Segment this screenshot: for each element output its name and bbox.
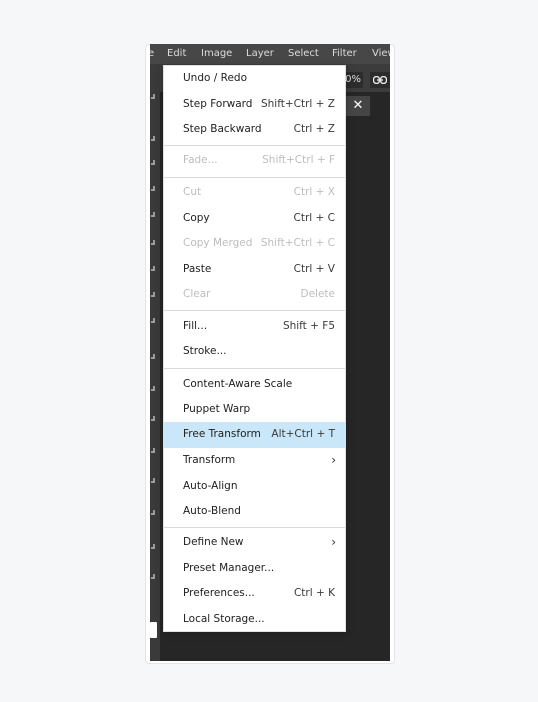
menu-item-shortcut: Shift+Ctrl + Z (260, 98, 335, 110)
menu-item-label: Copy Merged (183, 237, 253, 249)
menu-item-shortcut: Ctrl + V (293, 263, 335, 275)
menu-item-label: Preferences... (183, 587, 255, 599)
menu-item-label: Auto-Align (183, 480, 238, 492)
color-swatch[interactable] (150, 622, 157, 638)
menu-item-label: Preset Manager... (183, 562, 275, 574)
tool-icon[interactable] (151, 354, 155, 359)
menu-item-label: Step Backward (183, 123, 262, 135)
menu-item-stroke[interactable]: Stroke... (164, 339, 345, 364)
menu-filter[interactable]: Filter (332, 48, 357, 59)
close-document-button[interactable]: ✕ (346, 96, 370, 116)
tool-icon[interactable] (151, 240, 155, 245)
link-button[interactable] (370, 72, 390, 88)
tool-icon[interactable] (151, 448, 155, 453)
tool-icon[interactable] (151, 510, 155, 515)
tool-icon[interactable] (151, 386, 155, 391)
menu-item-label: Content-Aware Scale (183, 378, 293, 390)
tool-icon[interactable] (151, 478, 155, 483)
tool-icon[interactable] (151, 544, 155, 549)
zoom-readout[interactable]: 0% (343, 72, 363, 88)
menu-item-label: Fill... (183, 320, 208, 332)
menu-item-puppet-warp[interactable]: Puppet Warp (164, 397, 345, 422)
menu-layer[interactable]: Layer (246, 48, 274, 59)
menu-item-step-forward[interactable]: Step Forward Shift+Ctrl + Z (164, 92, 345, 117)
menu-item-label: Undo / Redo (183, 72, 248, 84)
tool-icon[interactable] (151, 266, 155, 271)
menu-item-label: Step Forward (183, 98, 253, 110)
menu-item-undo-redo[interactable]: Undo / Redo (164, 66, 345, 91)
chevron-right-icon: › (331, 453, 336, 467)
menu-item-fade[interactable]: Fade... Shift+Ctrl + F (164, 148, 345, 173)
menu-item-content-aware-scale[interactable]: Content-Aware Scale (164, 372, 345, 397)
menu-image[interactable]: Image (201, 48, 232, 59)
menu-item-label: Stroke... (183, 345, 227, 357)
menu-item-label: Fade... (183, 154, 218, 166)
tool-icon[interactable] (151, 160, 155, 165)
tool-icon[interactable] (151, 318, 155, 323)
menu-select[interactable]: Select (288, 48, 319, 59)
menu-item-label: Paste (183, 263, 212, 275)
menu-separator (164, 145, 345, 146)
tool-icon[interactable] (151, 186, 155, 191)
menu-item-local-storage[interactable]: Local Storage... (164, 607, 345, 632)
menu-item-fill[interactable]: Fill... Shift + F5 (164, 314, 345, 339)
menu-separator (164, 368, 345, 369)
menu-item-label: Transform (183, 454, 236, 466)
menu-item-shortcut: Alt+Ctrl + T (271, 428, 335, 440)
menu-item-preferences[interactable]: Preferences... Ctrl + K (164, 581, 345, 606)
menu-item-label: Auto-Blend (183, 505, 241, 517)
menu-item-auto-align[interactable]: Auto-Align (164, 474, 345, 499)
menu-item-shortcut: Ctrl + X (293, 186, 335, 198)
menu-item-shortcut: Shift+Ctrl + C (260, 237, 335, 249)
menu-item-paste[interactable]: Paste Ctrl + V (164, 257, 345, 282)
menu-item-label: Define New (183, 536, 244, 548)
menu-item-cut[interactable]: Cut Ctrl + X (164, 180, 345, 205)
menu-item-copy[interactable]: Copy Ctrl + C (164, 206, 345, 231)
menu-item-label: Local Storage... (183, 613, 265, 625)
menu-item-shortcut: Shift + F5 (282, 320, 335, 332)
tool-icon[interactable] (151, 136, 155, 141)
menu-item-preset-manager[interactable]: Preset Manager... (164, 556, 345, 581)
tool-icon[interactable] (151, 212, 155, 217)
menu-item-step-backward[interactable]: Step Backward Ctrl + Z (164, 117, 345, 142)
menu-separator (164, 527, 345, 528)
menu-item-shortcut: Ctrl + K (293, 587, 335, 599)
menu-item-shortcut: Ctrl + C (293, 212, 336, 224)
tools-panel (150, 64, 160, 661)
menu-bar: e Edit Image Layer Select Filter View (150, 44, 390, 64)
tool-icon[interactable] (151, 292, 155, 297)
edit-menu-dropdown: Undo / Redo Step Forward Shift+Ctrl + Z … (163, 65, 346, 632)
menu-item-label: Free Transform (183, 428, 261, 440)
menu-file[interactable]: e (150, 48, 154, 59)
menu-item-clear[interactable]: Clear Delete (164, 282, 345, 307)
menu-view[interactable]: View (372, 48, 390, 59)
tool-icon[interactable] (151, 416, 155, 421)
menu-item-shortcut: Delete (300, 288, 336, 300)
menu-item-transform[interactable]: Transform › (164, 448, 345, 473)
tool-icon[interactable] (151, 94, 155, 99)
menu-item-label: Copy (183, 212, 210, 224)
menu-separator (164, 177, 345, 178)
menu-item-free-transform[interactable]: Free Transform Alt+Ctrl + T (164, 422, 345, 448)
menu-item-auto-blend[interactable]: Auto-Blend (164, 499, 345, 524)
menu-item-shortcut: Ctrl + Z (293, 123, 335, 135)
menu-item-copy-merged[interactable]: Copy Merged Shift+Ctrl + C (164, 231, 345, 256)
tool-icon[interactable] (151, 574, 155, 579)
menu-item-shortcut: Shift+Ctrl + F (262, 154, 335, 166)
menu-item-label: Clear (183, 288, 211, 300)
menu-item-label: Cut (183, 186, 202, 198)
menu-item-define-new[interactable]: Define New › (164, 530, 345, 555)
menu-separator (164, 310, 345, 311)
menu-item-label: Puppet Warp (183, 403, 251, 415)
menu-edit[interactable]: Edit (167, 48, 186, 59)
link-icon (373, 76, 387, 84)
chevron-right-icon: › (331, 535, 336, 549)
